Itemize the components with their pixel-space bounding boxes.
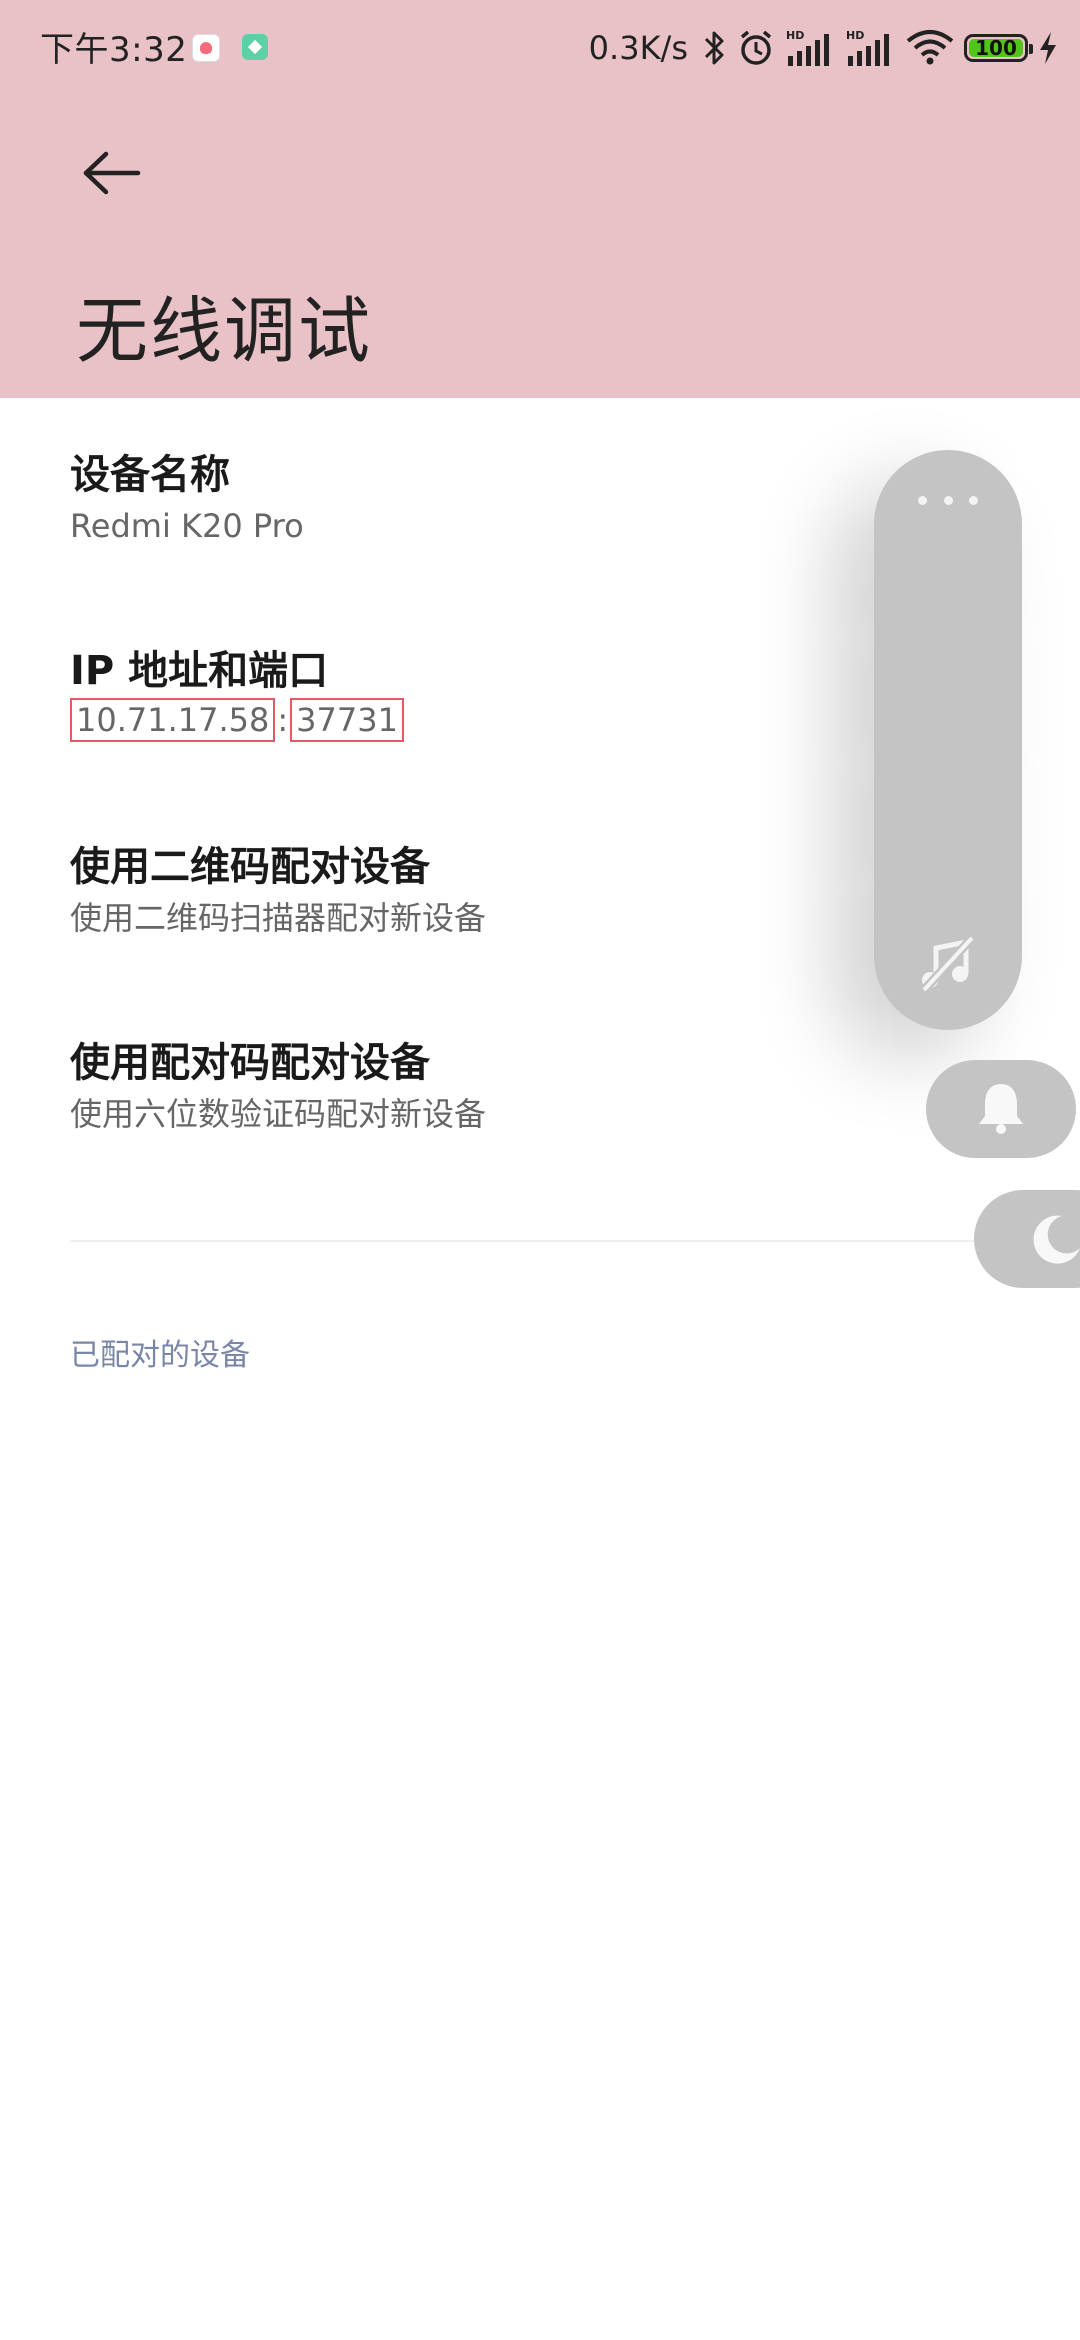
ip-address-value: 10.71.17.58	[70, 698, 276, 742]
status-icons: 0.3K/s HD HD 100	[589, 20, 1058, 76]
status-bar: 下午3:32 0.3K/s HD HD 100	[0, 0, 1080, 96]
svg-text:HD: HD	[846, 29, 864, 42]
alarm-icon	[736, 28, 776, 68]
port-value: 37731	[290, 698, 404, 742]
bell-icon	[976, 1080, 1026, 1138]
app-header: 下午3:32 0.3K/s HD HD 100 无线调试	[0, 0, 1080, 398]
code-pair-item[interactable]: 使用配对码配对设备 使用六位数验证码配对新设备	[70, 1036, 486, 1138]
paired-devices-header: 已配对的设备	[70, 1338, 250, 1373]
network-speed: 0.3K/s	[588, 29, 688, 67]
qr-pair-title: 使用二维码配对设备	[70, 844, 430, 890]
moon-button[interactable]	[974, 1190, 1080, 1288]
ip-port-separator: :	[277, 701, 289, 739]
list-divider	[70, 1240, 1010, 1242]
qr-pair-item[interactable]: 使用二维码配对设备 使用二维码扫描器配对新设备	[70, 840, 486, 942]
ip-port-item[interactable]: IP 地址和端口 10.71.17.58 : 37731	[70, 644, 404, 742]
battery-level: 100	[975, 36, 1017, 60]
device-name-value: Redmi K20 Pro	[70, 507, 304, 545]
bluetooth-icon	[702, 29, 726, 67]
more-dots-icon[interactable]	[918, 490, 978, 510]
back-arrow-icon	[82, 151, 142, 199]
battery-cap	[1029, 44, 1033, 54]
bell-button[interactable]	[926, 1060, 1076, 1158]
back-button[interactable]	[72, 140, 152, 210]
page-title: 无线调试	[76, 289, 373, 373]
signal-hd-icon: HD	[786, 28, 836, 68]
music-off-icon[interactable]	[918, 934, 978, 994]
green-app-icon	[242, 34, 268, 60]
ip-port-row: 10.71.17.58 : 37731	[70, 698, 404, 742]
device-name-item[interactable]: 设备名称 Redmi K20 Pro	[70, 448, 304, 550]
wifi-icon	[906, 29, 954, 67]
code-pair-title: 使用配对码配对设备	[70, 1040, 430, 1086]
status-time: 下午3:32	[40, 30, 188, 70]
health-app-icon	[192, 34, 220, 62]
moon-icon	[1028, 1212, 1080, 1266]
floating-side-panel[interactable]	[874, 450, 1022, 1030]
battery-icon: 100	[964, 34, 1033, 62]
signal-hd-icon-2: HD	[846, 28, 896, 68]
svg-text:HD: HD	[786, 29, 804, 42]
device-name-title: 设备名称	[70, 452, 230, 498]
charging-icon	[1038, 31, 1058, 65]
code-pair-subtitle: 使用六位数验证码配对新设备	[70, 1095, 487, 1133]
ip-port-title: IP 地址和端口	[70, 648, 329, 694]
qr-pair-subtitle: 使用二维码扫描器配对新设备	[70, 899, 487, 937]
